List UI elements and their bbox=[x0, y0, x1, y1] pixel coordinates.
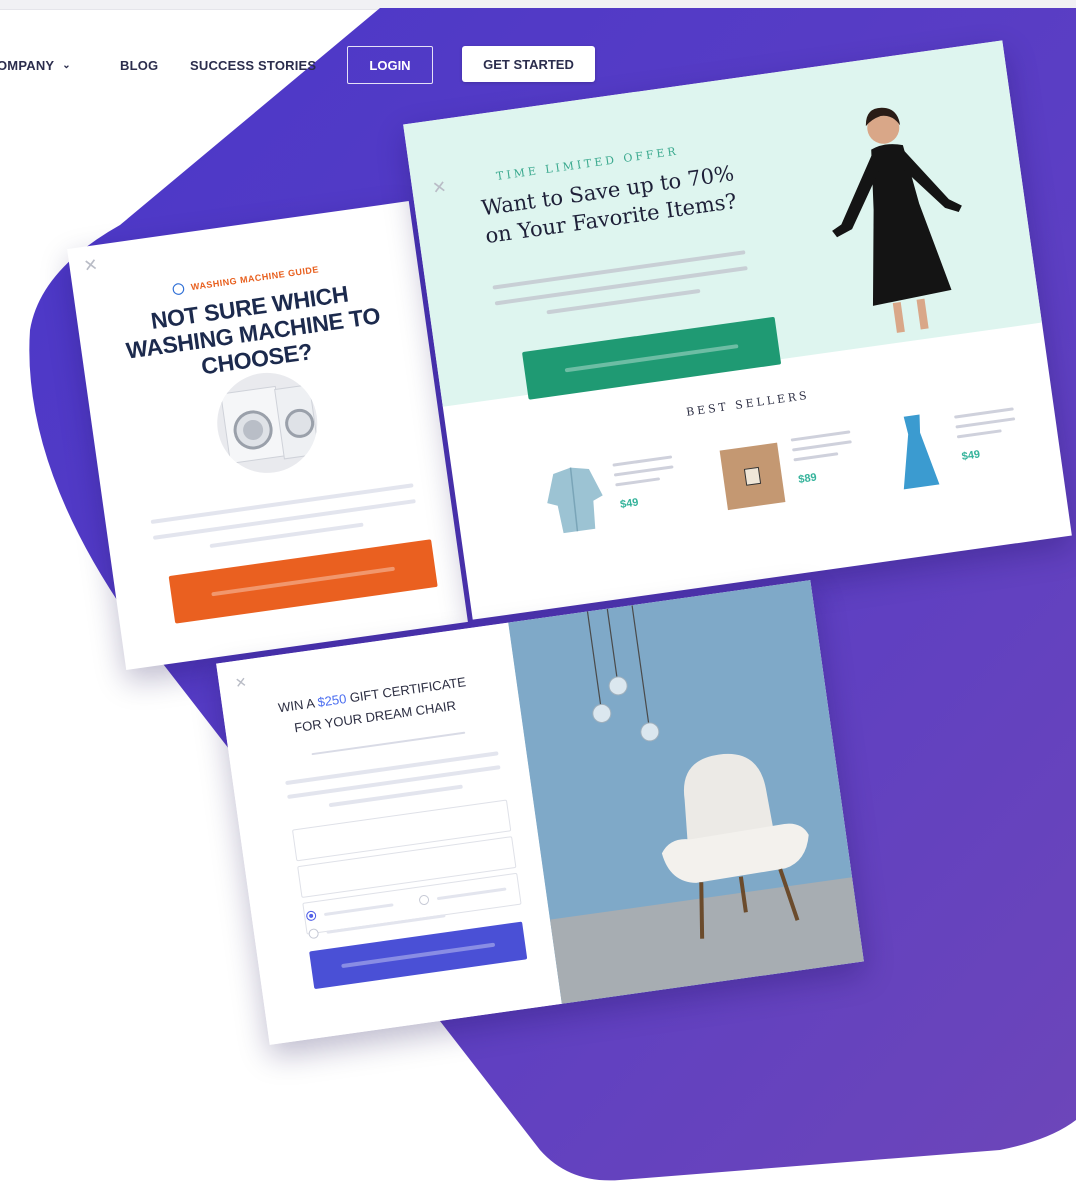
nav-company-label: OMPANY bbox=[0, 58, 55, 73]
close-icon[interactable]: ✕ bbox=[82, 255, 99, 277]
woman-model-image bbox=[832, 107, 962, 333]
login-button[interactable]: LOGIN bbox=[347, 46, 433, 84]
washing-cta-button[interactable] bbox=[168, 539, 438, 624]
blouse-thumbnail bbox=[547, 467, 603, 534]
nav-blog[interactable]: BLOG bbox=[120, 58, 158, 73]
product-price: $49 bbox=[961, 448, 981, 463]
chair-title: WIN A $250 GIFT CERTIFICATE FOR YOUR DRE… bbox=[277, 674, 467, 736]
gift-amount: $250 bbox=[316, 690, 348, 710]
washing-machine-image bbox=[210, 366, 324, 480]
water-drop-icon: ◯ bbox=[171, 282, 186, 296]
chevron-down-icon: ⌄ bbox=[62, 60, 71, 71]
washing-machine-popup: ✕ ◯ WASHING MACHINE GUIDE NOT SURE WHICH … bbox=[67, 201, 468, 670]
chair-form-panel: ✕ WIN A $250 GIFT CERTIFICATE FOR YOUR D… bbox=[216, 622, 562, 1045]
tshirt-thumbnail bbox=[719, 442, 786, 511]
product-blouse[interactable]: $49 bbox=[532, 441, 711, 544]
dress-thumbnail bbox=[903, 414, 940, 490]
product-tshirt[interactable]: $89 bbox=[710, 416, 889, 519]
sale-offer-popup: ✕ TIME LIMITED OFFER Want to Save up to … bbox=[403, 40, 1072, 620]
get-started-button[interactable]: GET STARTED bbox=[462, 46, 595, 82]
product-price: $89 bbox=[797, 471, 818, 486]
close-icon[interactable]: ✕ bbox=[431, 177, 448, 199]
close-icon[interactable]: ✕ bbox=[234, 674, 248, 692]
product-price: $49 bbox=[619, 496, 640, 511]
nav-success-stories[interactable]: SUCCESS STORIES bbox=[190, 58, 316, 73]
divider-line bbox=[311, 731, 466, 756]
radio-option[interactable] bbox=[308, 928, 320, 940]
nav-company[interactable]: OMPANY ⌄ bbox=[0, 58, 71, 73]
product-dress[interactable]: $49 bbox=[873, 393, 1052, 496]
chair-image bbox=[508, 580, 864, 1004]
